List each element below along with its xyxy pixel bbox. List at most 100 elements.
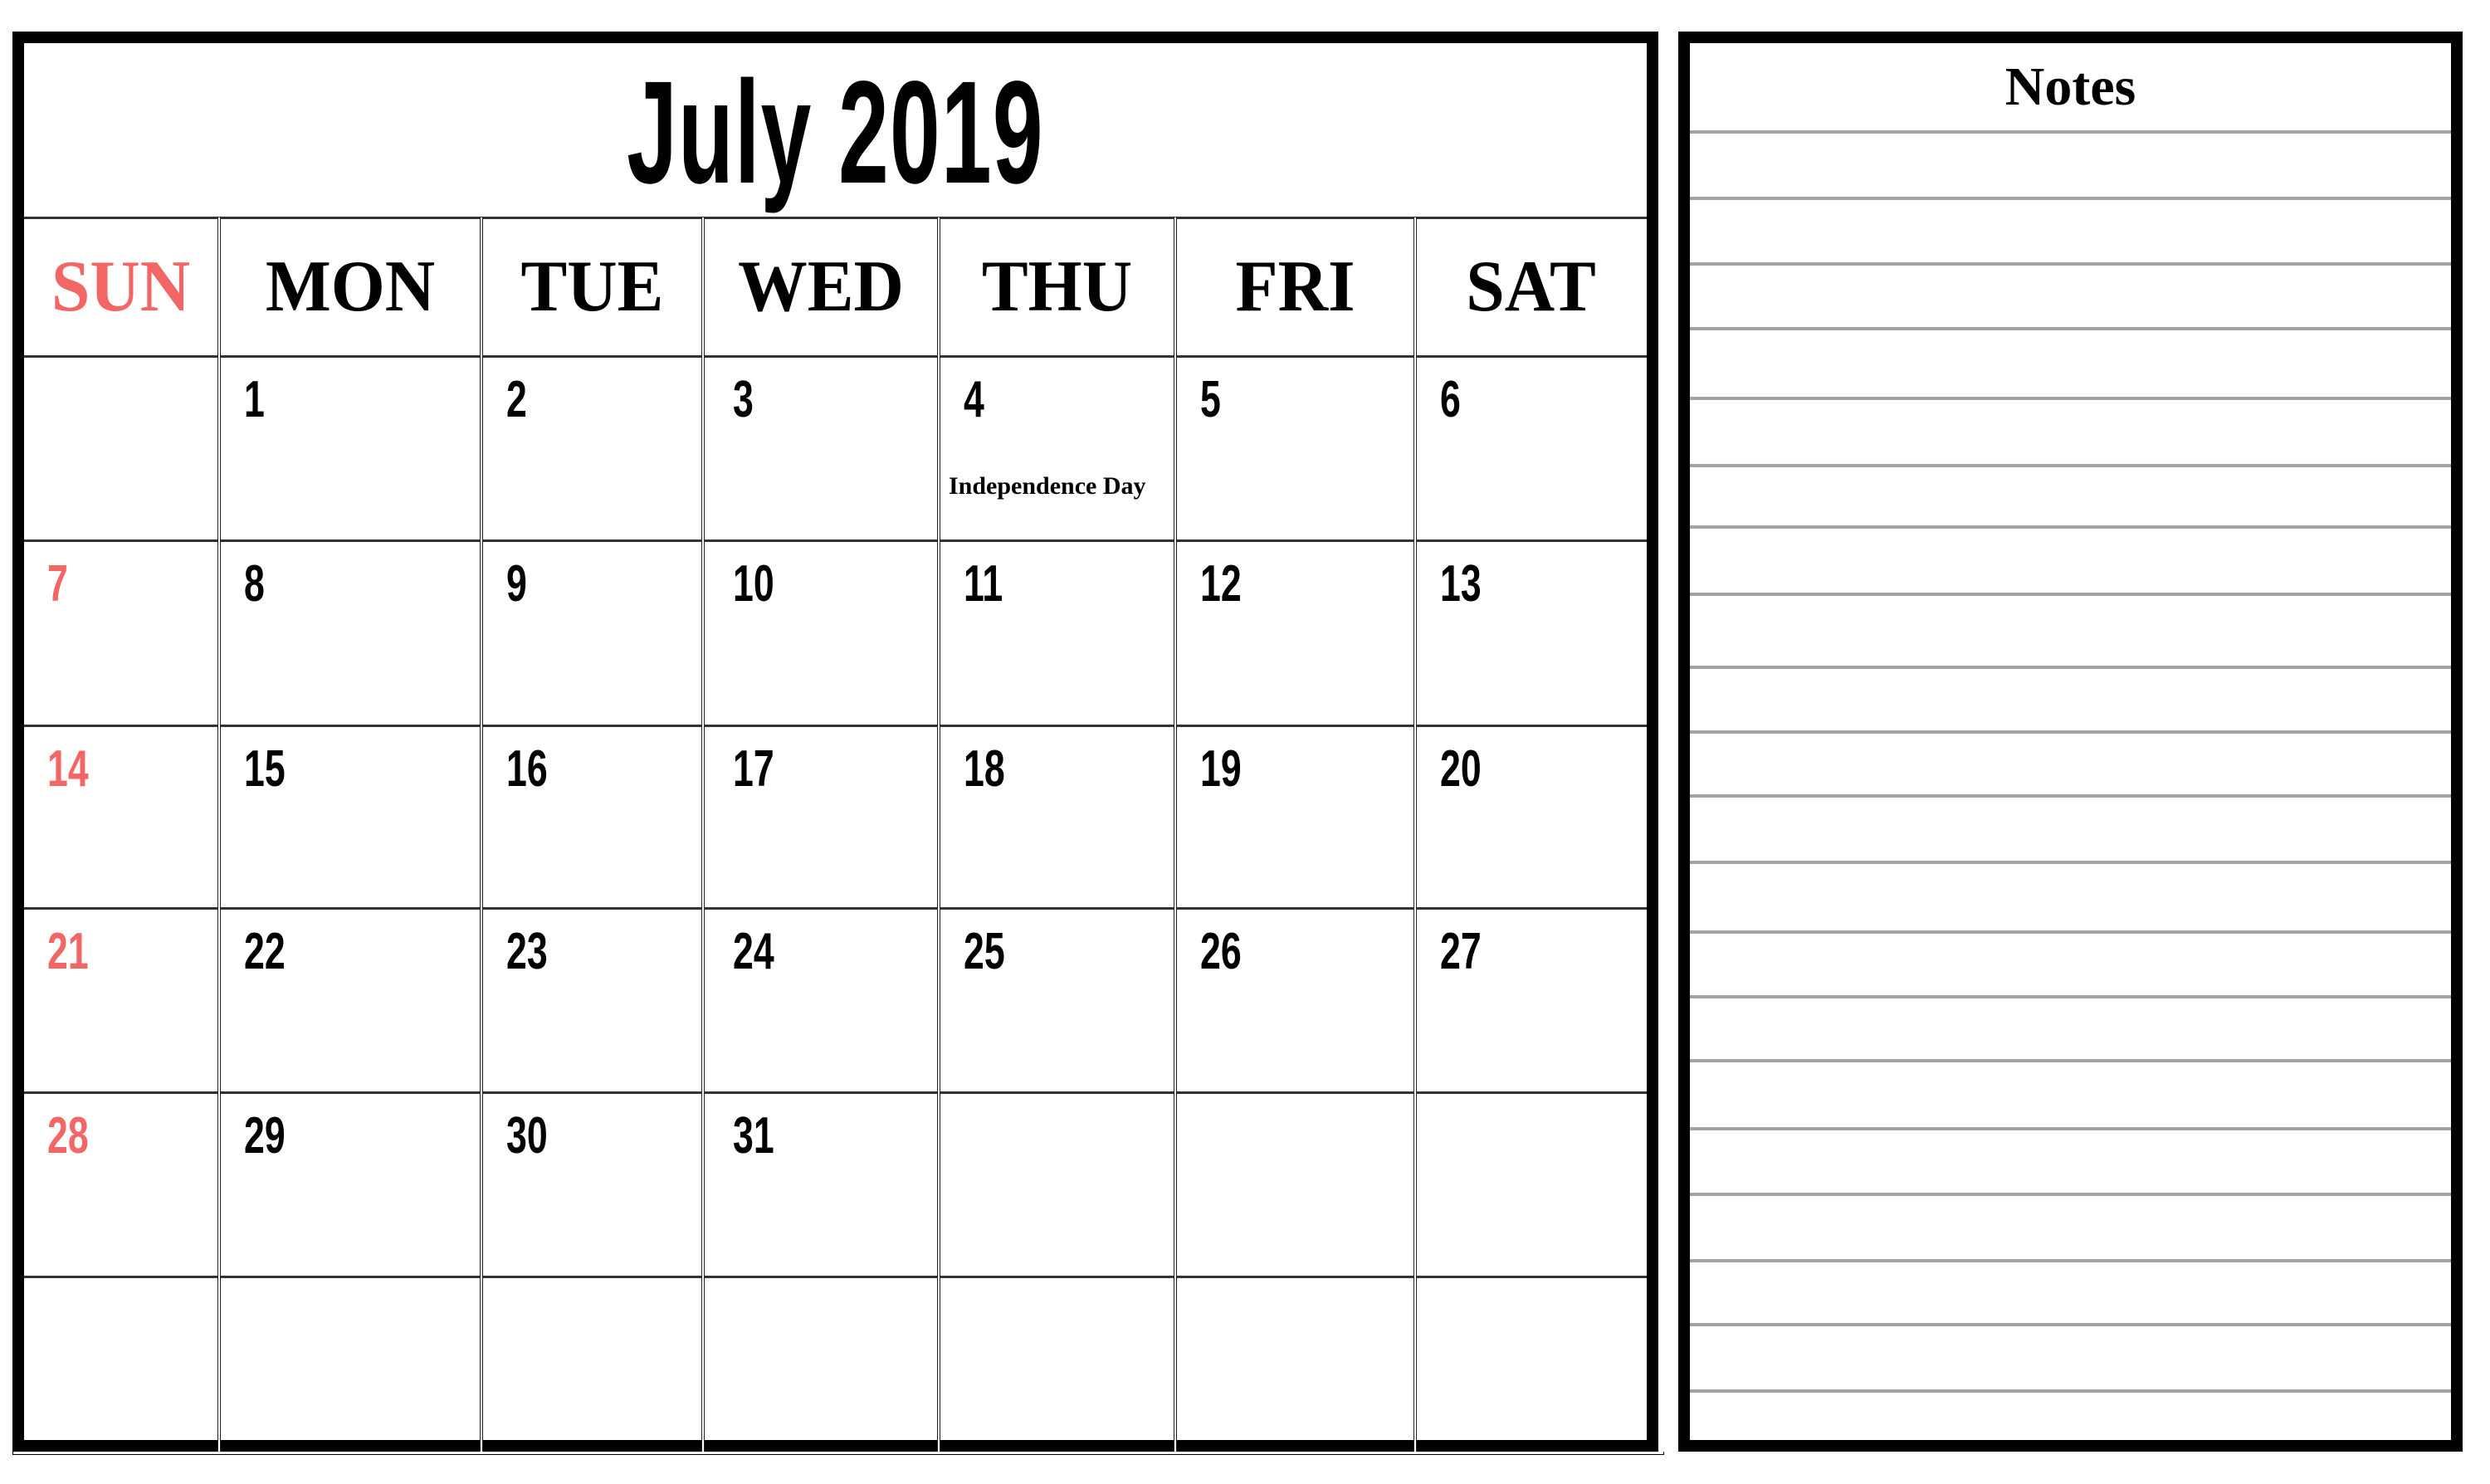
note-line[interactable] <box>1690 397 2451 400</box>
day-cell-4[interactable]: 4 Independence Day <box>939 356 1175 540</box>
note-line[interactable] <box>1690 1259 2451 1262</box>
day-number: 27 <box>1440 923 1482 980</box>
note-line[interactable] <box>1690 262 2451 266</box>
day-number: 26 <box>1200 923 1242 980</box>
day-cell-17[interactable]: 17 <box>703 725 939 908</box>
note-line[interactable] <box>1690 525 2451 529</box>
weekday-header-mon: MON <box>265 247 436 327</box>
weekday-header-sat: SAT <box>1466 247 1596 327</box>
day-number: 17 <box>733 740 774 798</box>
day-cell-23[interactable]: 23 <box>481 908 703 1092</box>
calendar-frame: July 2019 SUN MON TUE WED THU FRI SAT 1 2 3 4 Indep… <box>12 32 1658 1452</box>
weekday-header-tue: TUE <box>520 247 664 327</box>
day-number: 29 <box>244 1107 286 1164</box>
calendar-title: July 2019 <box>627 51 1044 214</box>
empty-day-cell[interactable] <box>1175 1277 1415 1440</box>
empty-day-cell[interactable] <box>219 1277 481 1440</box>
day-cell-6[interactable]: 6 <box>1415 356 1647 540</box>
day-cell-30[interactable]: 30 <box>481 1092 703 1277</box>
notes-title: Notes <box>2004 56 2136 117</box>
day-cell-2[interactable]: 2 <box>481 356 703 540</box>
empty-day-cell[interactable] <box>939 1277 1175 1440</box>
empty-day-cell[interactable] <box>1175 1092 1415 1277</box>
note-line[interactable] <box>1690 464 2451 467</box>
note-line[interactable] <box>1690 995 2451 998</box>
day-cell-16[interactable]: 16 <box>481 725 703 908</box>
day-number: 13 <box>1440 555 1482 613</box>
day-cell-31[interactable]: 31 <box>703 1092 939 1277</box>
note-line[interactable] <box>1690 327 2451 330</box>
note-line[interactable] <box>1690 593 2451 596</box>
day-cell-20[interactable]: 20 <box>1415 725 1647 908</box>
day-number: 9 <box>506 555 527 613</box>
weekday-header-wed: WED <box>738 247 904 327</box>
day-number: 22 <box>244 923 286 980</box>
day-number: 24 <box>733 923 774 980</box>
day-cell-25[interactable]: 25 <box>939 908 1175 1092</box>
day-number: 28 <box>47 1107 89 1164</box>
calendar-frame-underline <box>12 1452 1664 1455</box>
day-cell-3[interactable]: 3 <box>703 356 939 540</box>
empty-day-cell[interactable] <box>939 1092 1175 1277</box>
day-cell-15[interactable]: 15 <box>219 725 481 908</box>
day-number: 8 <box>244 555 265 613</box>
day-cell-11[interactable]: 11 <box>939 540 1175 725</box>
empty-day-cell[interactable] <box>703 1277 939 1440</box>
day-cell-9[interactable]: 9 <box>481 540 703 725</box>
day-number: 1 <box>244 371 265 428</box>
weekday-header-sun: SUN <box>51 247 191 327</box>
note-line[interactable] <box>1690 1193 2451 1196</box>
day-number: 19 <box>1200 740 1242 798</box>
day-cell-21[interactable]: 21 <box>22 908 219 1092</box>
day-number: 7 <box>47 555 68 613</box>
note-line[interactable] <box>1690 930 2451 934</box>
day-cell-1[interactable]: 1 <box>219 356 481 540</box>
empty-day-cell[interactable] <box>22 356 219 540</box>
day-cell-10[interactable]: 10 <box>703 540 939 725</box>
day-cell-24[interactable]: 24 <box>703 908 939 1092</box>
day-cell-26[interactable]: 26 <box>1175 908 1415 1092</box>
note-line[interactable] <box>1690 1059 2451 1062</box>
note-line[interactable] <box>1690 794 2451 798</box>
day-number: 15 <box>244 740 286 798</box>
day-number: 14 <box>47 740 89 798</box>
day-cell-7[interactable]: 7 <box>22 540 219 725</box>
note-line[interactable] <box>1690 730 2451 734</box>
holiday-label: Independence Day <box>949 472 1146 500</box>
day-number: 5 <box>1200 371 1221 428</box>
note-line[interactable] <box>1690 130 2451 134</box>
day-cell-18[interactable]: 18 <box>939 725 1175 908</box>
day-number: 30 <box>506 1107 548 1164</box>
day-cell-29[interactable]: 29 <box>219 1092 481 1277</box>
day-cell-12[interactable]: 12 <box>1175 540 1415 725</box>
day-number: 12 <box>1200 555 1242 613</box>
note-line[interactable] <box>1690 1127 2451 1130</box>
note-line[interactable] <box>1690 861 2451 864</box>
note-line[interactable] <box>1690 1389 2451 1393</box>
day-number: 31 <box>733 1107 774 1164</box>
day-number: 25 <box>964 923 1005 980</box>
day-cell-28[interactable]: 28 <box>22 1092 219 1277</box>
note-line[interactable] <box>1690 666 2451 669</box>
day-cell-19[interactable]: 19 <box>1175 725 1415 908</box>
empty-day-cell[interactable] <box>1415 1277 1647 1440</box>
weekday-header-thu: THU <box>981 247 1133 327</box>
empty-day-cell[interactable] <box>1415 1092 1647 1277</box>
note-line[interactable] <box>1690 197 2451 200</box>
day-number: 3 <box>733 371 754 428</box>
day-number: 4 <box>964 371 984 428</box>
grid-row-divider <box>24 217 1647 219</box>
day-cell-13[interactable]: 13 <box>1415 540 1647 725</box>
day-cell-22[interactable]: 22 <box>219 908 481 1092</box>
day-cell-5[interactable]: 5 <box>1175 356 1415 540</box>
day-cell-8[interactable]: 8 <box>219 540 481 725</box>
empty-day-cell[interactable] <box>481 1277 703 1440</box>
day-number: 20 <box>1440 740 1482 798</box>
note-line[interactable] <box>1690 1323 2451 1326</box>
day-number: 10 <box>733 555 774 613</box>
weekday-header-fri: FRI <box>1235 247 1355 327</box>
day-cell-14[interactable]: 14 <box>22 725 219 908</box>
day-number: 2 <box>506 371 527 428</box>
empty-day-cell[interactable] <box>22 1277 219 1440</box>
day-cell-27[interactable]: 27 <box>1415 908 1647 1092</box>
